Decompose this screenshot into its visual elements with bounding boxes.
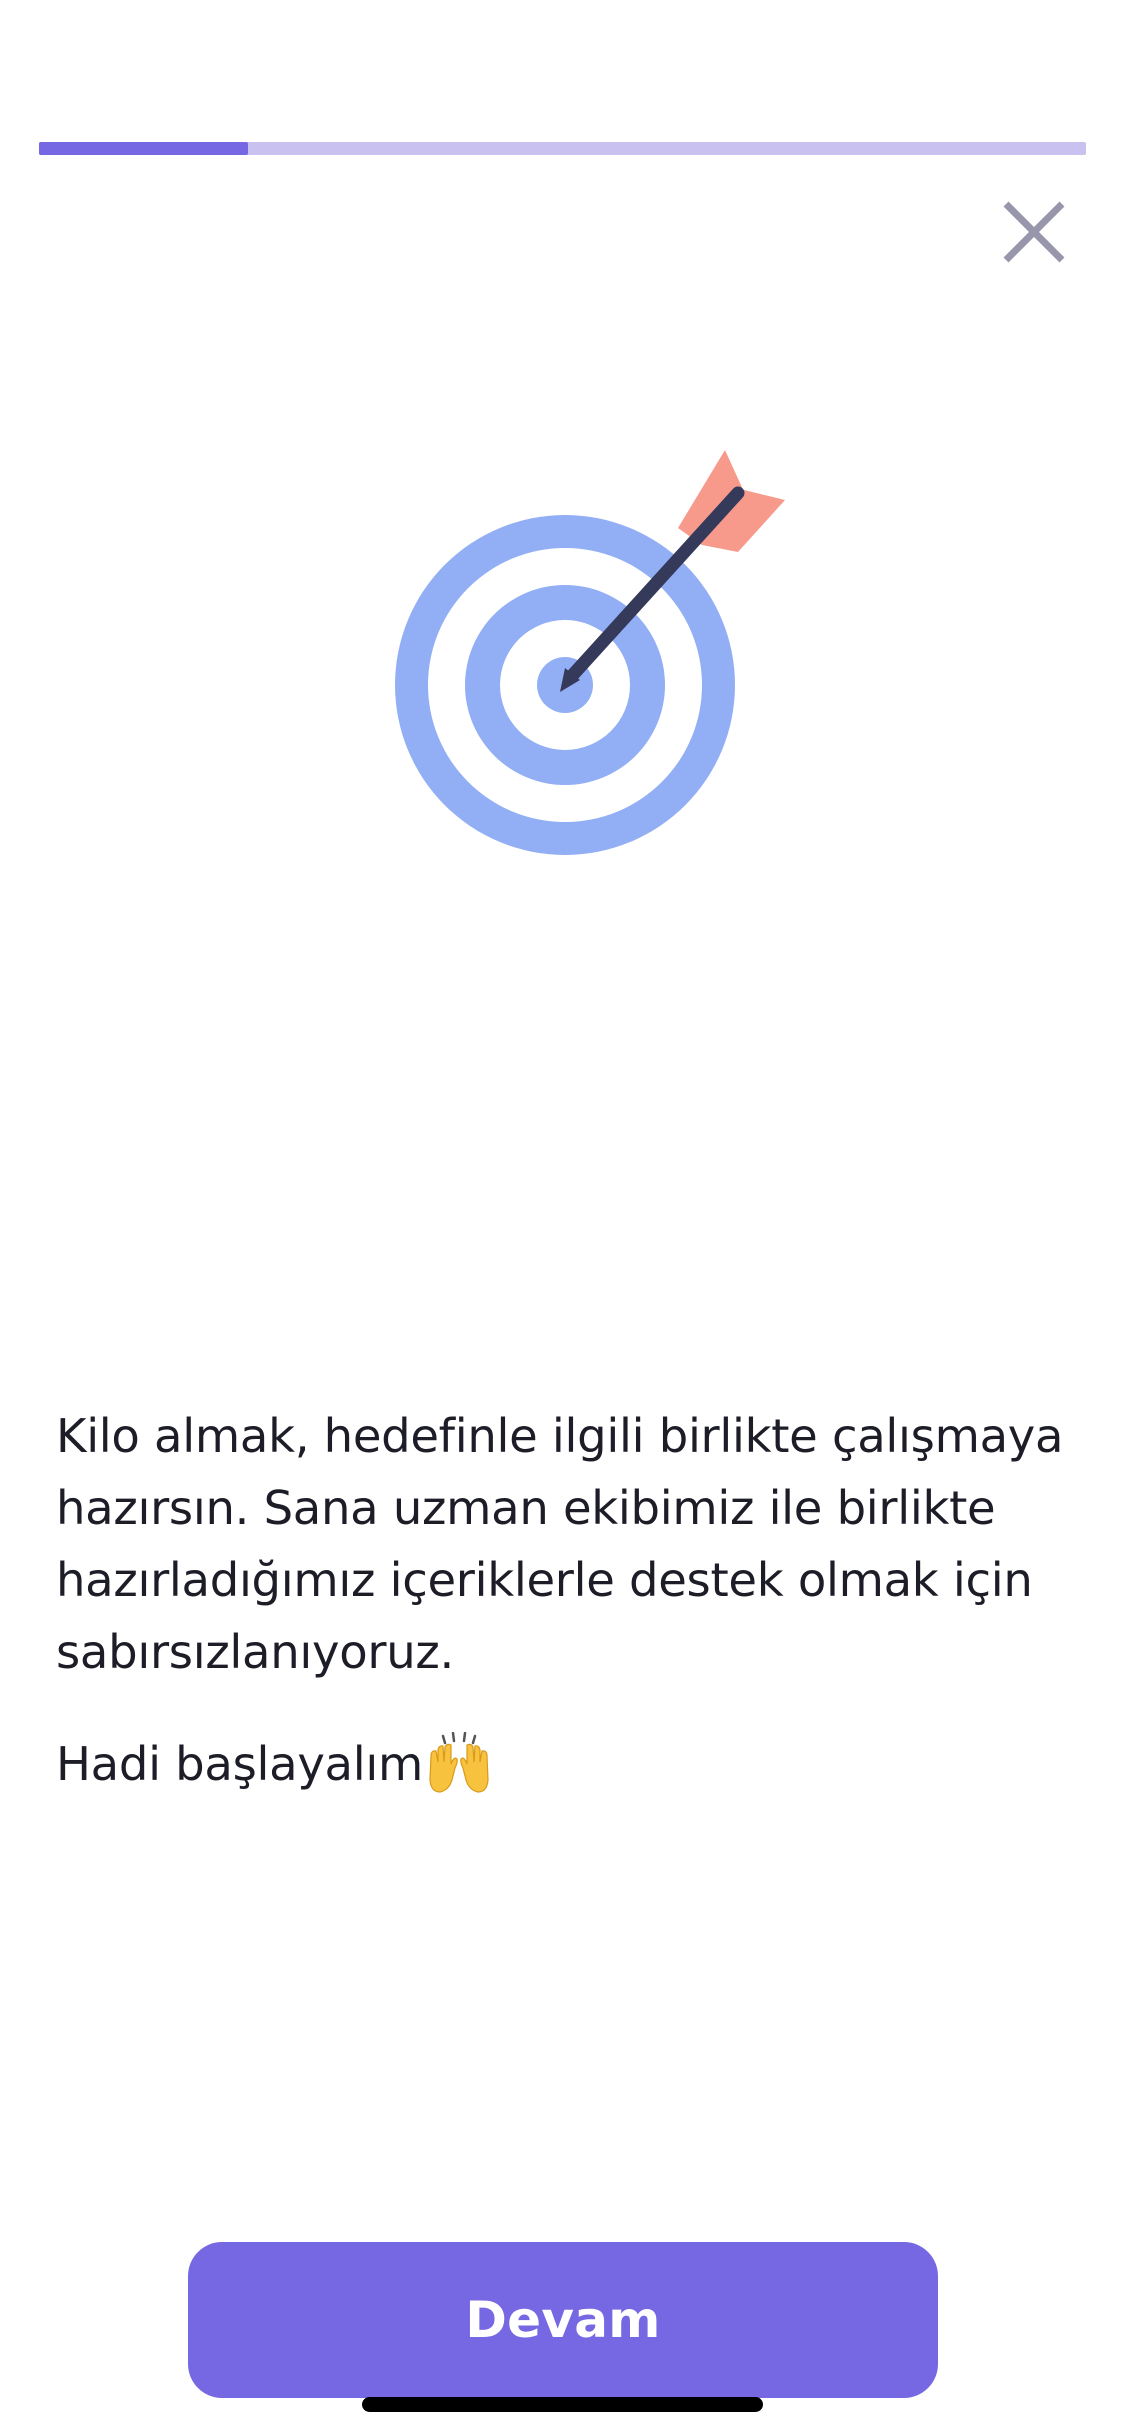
continue-button[interactable]: Devam (188, 2242, 938, 2398)
progress-bar (39, 142, 1086, 155)
target-illustration (380, 430, 800, 870)
close-icon (1003, 201, 1065, 263)
lets-start-text: Hadi başlayalım (56, 1737, 423, 1791)
home-indicator (362, 2397, 763, 2412)
progress-bar-fill (39, 142, 249, 155)
lets-start-line: Hadi başlayalım (56, 1728, 1066, 1800)
onboarding-paragraph: Kilo almak, hedefinle ilgili birlikte ça… (56, 1409, 1064, 1679)
raising-hands-icon (425, 1732, 493, 1796)
onboarding-message: Kilo almak, hedefinle ilgili birlikte ça… (56, 1400, 1066, 1800)
target-arrow-icon (395, 450, 785, 855)
close-button[interactable] (994, 192, 1074, 272)
